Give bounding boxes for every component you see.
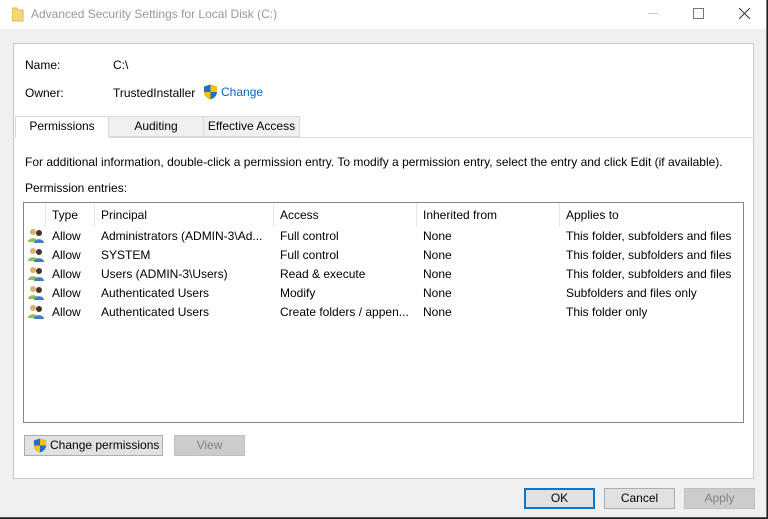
- users-icon: [28, 247, 45, 266]
- title-bar[interactable]: Advanced Security Settings for Local Dis…: [0, 0, 766, 29]
- cell-applies-to: This folder, subfolders and files: [566, 267, 732, 281]
- ok-label: OK: [550, 491, 569, 505]
- cell-type: Allow: [52, 267, 81, 281]
- cell-access: Modify: [280, 286, 316, 300]
- name-value: C:\: [113, 58, 129, 72]
- info-text: For additional information, double-click…: [25, 155, 723, 169]
- users-icon: [28, 304, 45, 323]
- cell-type: Allow: [52, 286, 81, 300]
- column-header-inherited-from[interactable]: Inherited from: [423, 208, 497, 222]
- permission-entries-label: Permission entries:: [25, 181, 128, 195]
- apply-button[interactable]: Apply: [684, 488, 755, 509]
- view-label: View: [196, 438, 223, 452]
- column-separator[interactable]: [273, 203, 274, 227]
- cell-type: Allow: [52, 229, 81, 243]
- cell-inherited-from: None: [423, 248, 452, 262]
- cell-applies-to: Subfolders and files only: [566, 286, 697, 300]
- cell-type: Allow: [52, 248, 81, 262]
- change-permissions-label: Change permissions: [50, 438, 160, 452]
- tab-auditing[interactable]: Auditing: [108, 116, 204, 137]
- column-header-applies-to[interactable]: Applies to: [566, 208, 619, 222]
- cell-access: Full control: [280, 248, 339, 262]
- cell-inherited-from: None: [423, 286, 452, 300]
- column-header-access[interactable]: Access: [280, 208, 319, 222]
- change-owner-link[interactable]: Change: [221, 85, 263, 99]
- close-icon: [739, 8, 750, 19]
- apply-label: Apply: [704, 491, 735, 505]
- tab-label: Effective Access: [207, 119, 296, 133]
- cell-type: Allow: [52, 305, 81, 319]
- permission-entry-row[interactable]: Allow SYSTEM Full control None This folder, …: [24, 246, 743, 265]
- owner-label: Owner:: [25, 86, 64, 100]
- column-separator[interactable]: [94, 203, 95, 227]
- permission-entry-row[interactable]: Allow Authenticated Users Create folders /…: [24, 303, 743, 322]
- users-icon: [28, 266, 45, 285]
- users-icon: [28, 228, 45, 247]
- cell-applies-to: This folder, subfolders and files: [566, 229, 732, 243]
- uac-shield-icon: [204, 84, 217, 100]
- tab-permissions[interactable]: Permissions: [15, 116, 109, 138]
- window-title: Advanced Security Settings for Local Dis…: [31, 7, 278, 21]
- permission-entry-row[interactable]: Allow Administrators (ADMIN-3\Ad... Full c…: [24, 227, 743, 246]
- cancel-label: Cancel: [620, 491, 659, 505]
- cell-applies-to: This folder, subfolders and files: [566, 248, 732, 262]
- cancel-button[interactable]: Cancel: [604, 488, 675, 509]
- permission-entries-list[interactable]: Type Principal Access Inherited from App…: [23, 202, 744, 423]
- ok-button[interactable]: OK: [524, 488, 595, 509]
- name-label: Name:: [25, 58, 61, 72]
- column-separator[interactable]: [45, 203, 46, 227]
- folder-icon: [12, 7, 24, 22]
- view-button[interactable]: View: [174, 435, 245, 456]
- cell-access: Read & execute: [280, 267, 366, 281]
- cell-inherited-from: None: [423, 267, 452, 281]
- users-icon: [28, 285, 45, 304]
- cell-access: Create folders / appen...: [280, 305, 409, 319]
- tab-label: Auditing: [134, 119, 178, 133]
- advanced-security-dialog: Advanced Security Settings for Local Dis…: [0, 0, 767, 518]
- close-button[interactable]: [722, 0, 768, 29]
- cell-principal: Authenticated Users: [101, 286, 210, 300]
- minimize-button[interactable]: [630, 0, 676, 29]
- owner-value: TrustedInstaller: [113, 86, 196, 100]
- maximize-button[interactable]: [676, 0, 722, 29]
- cell-principal: Authenticated Users: [101, 305, 210, 319]
- uac-shield-icon: [33, 438, 47, 453]
- permission-entry-row[interactable]: Allow Users (ADMIN-3\Users) Read & execute…: [24, 265, 743, 284]
- column-separator[interactable]: [416, 203, 417, 227]
- column-separator[interactable]: [559, 203, 560, 227]
- permission-entry-row[interactable]: Allow Authenticated Users Modify None Subfol…: [24, 284, 743, 303]
- tab-label: Permissions: [29, 119, 95, 133]
- cell-principal: SYSTEM: [101, 248, 151, 262]
- cell-inherited-from: None: [423, 229, 452, 243]
- tab-divider: [14, 137, 754, 138]
- cell-principal: Administrators (ADMIN-3\Ad...: [101, 229, 263, 243]
- cell-inherited-from: None: [423, 305, 452, 319]
- change-permissions-button[interactable]: Change permissions: [24, 435, 163, 456]
- column-header-principal[interactable]: Principal: [101, 208, 147, 222]
- cell-access: Full control: [280, 229, 339, 243]
- tab-effective-access[interactable]: Effective Access: [203, 116, 300, 137]
- column-header-type[interactable]: Type: [52, 208, 78, 222]
- cell-applies-to: This folder only: [566, 305, 648, 319]
- cell-principal: Users (ADMIN-3\Users): [101, 267, 228, 281]
